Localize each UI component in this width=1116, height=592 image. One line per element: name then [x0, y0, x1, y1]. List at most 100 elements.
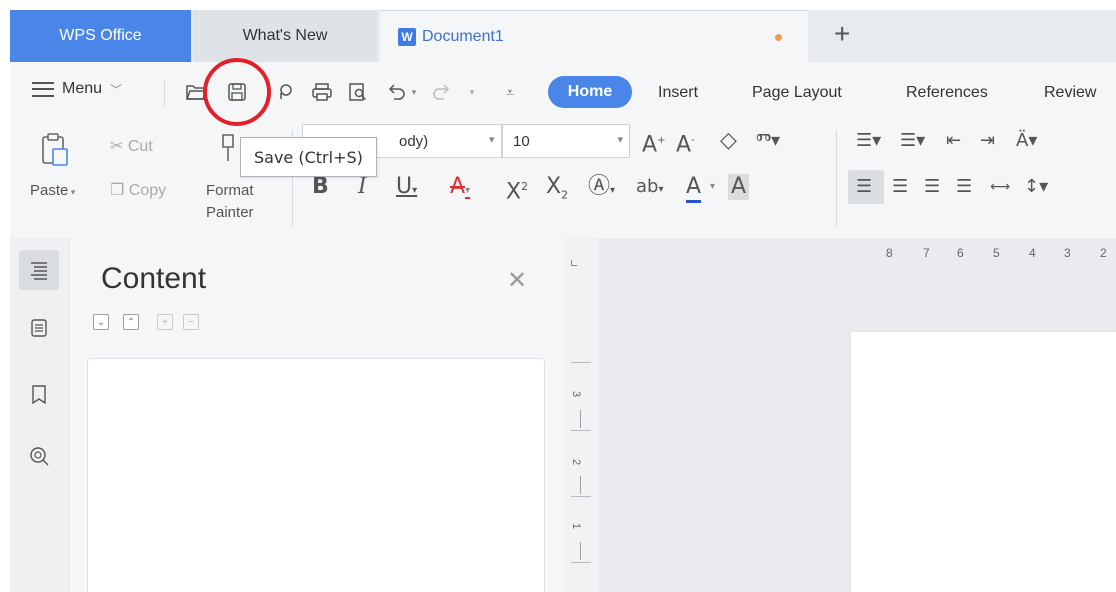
bold-icon[interactable]: B	[312, 174, 329, 200]
save-tooltip: Save (Ctrl+S)	[240, 137, 377, 177]
distributed-icon[interactable]: ⟷	[990, 174, 1010, 200]
chevron-down-icon: ﹀	[110, 82, 123, 97]
tab-whats-new[interactable]: What's New	[193, 10, 377, 62]
increase-indent-icon[interactable]: ⇥	[980, 128, 995, 154]
ruler-label: 7	[923, 246, 930, 260]
font-size-dropdown[interactable]: ▾ 10 ▾	[489, 124, 630, 158]
close-icon[interactable]: ✕	[507, 266, 527, 295]
outline-list	[87, 358, 545, 592]
redo-icon[interactable]	[430, 80, 454, 104]
ruler-tick	[571, 496, 591, 497]
export-pdf-icon[interactable]	[274, 80, 298, 104]
add-heading-icon[interactable]: +	[157, 314, 173, 330]
print-preview-icon[interactable]	[346, 80, 370, 104]
undo-icon[interactable]	[384, 80, 408, 104]
print-icon[interactable]	[310, 80, 334, 104]
customize-quickbar-icon[interactable]: ⩡	[498, 80, 522, 104]
save-highlight-circle	[203, 58, 271, 126]
pane-title: Content	[101, 262, 207, 295]
superscript-icon[interactable]: X2	[506, 174, 528, 205]
title-tab-bar: WPS Office What's New W Document1 +	[0, 0, 1116, 62]
ruler-tick	[571, 362, 591, 363]
ruler-tick	[580, 476, 581, 494]
tab-stop-icon[interactable]	[571, 260, 577, 266]
find-icon[interactable]	[19, 436, 59, 476]
tab-page-layout[interactable]: Page Layout	[752, 84, 842, 102]
new-tab-button[interactable]: +	[834, 18, 850, 50]
tab-review[interactable]: Review	[1044, 84, 1096, 102]
divider	[836, 130, 837, 226]
highlight-icon[interactable]: ab▾	[636, 174, 664, 203]
align-right-icon[interactable]: ☰	[924, 174, 940, 200]
ruler-label: 2	[570, 458, 583, 466]
align-center-icon[interactable]: ☰	[892, 174, 908, 200]
expand-all-icon[interactable]: ⌄	[93, 314, 109, 330]
underline-icon[interactable]: U▾	[396, 174, 417, 204]
ruler-tick	[580, 410, 581, 428]
bullets-icon[interactable]: ☰▾	[856, 128, 881, 154]
ruler-tick	[571, 562, 591, 563]
text-direction-icon[interactable]: Ä▾	[1016, 128, 1037, 154]
line-spacing-icon[interactable]: ↕▾	[1024, 174, 1048, 200]
tab-wps-office[interactable]: WPS Office	[10, 10, 191, 62]
ruler-label: 5	[993, 246, 1000, 260]
copy-icon: ❐	[110, 182, 125, 199]
ruler-label: 4	[1029, 246, 1036, 260]
ruler-label: 6	[957, 246, 964, 260]
document-area: 3 2 1 8 7 6 5 4 3 2	[563, 238, 1116, 592]
format-painter-icon[interactable]	[216, 132, 240, 166]
paste-icon[interactable]	[38, 132, 70, 168]
navigation-pane: Content ✕ ⌄ ⌃ + −	[71, 238, 563, 592]
outline-nav-icon[interactable]	[19, 250, 59, 290]
writer-doc-icon: W	[398, 27, 416, 46]
document-page[interactable]	[851, 332, 1116, 592]
ruler-label: 8	[886, 246, 893, 260]
menu-button[interactable]: Menu ﹀	[32, 80, 122, 98]
subscript-icon[interactable]: X2	[546, 174, 568, 208]
ruler-label: 3	[570, 390, 583, 398]
ruler-tick	[580, 542, 581, 560]
cut-button[interactable]: ✂ Cut	[110, 136, 153, 156]
undo-dropdown-icon[interactable]: ▾	[408, 80, 420, 104]
italic-icon[interactable]: I	[358, 174, 367, 200]
vertical-ruler: 3 2 1	[563, 238, 599, 592]
align-left-icon[interactable]: ☰	[856, 174, 872, 200]
numbering-icon[interactable]: ☰▾	[900, 128, 925, 154]
ruler-label: 3	[1064, 246, 1071, 260]
strikethrough-icon[interactable]: A▾	[450, 174, 470, 204]
document-tab-label: Document1	[422, 27, 504, 45]
tab-insert[interactable]: Insert	[658, 84, 698, 102]
copy-button[interactable]: ❐ Copy	[110, 180, 166, 200]
menu-label: Menu	[62, 80, 103, 97]
font-color-icon[interactable]: A	[686, 174, 702, 203]
paste-button[interactable]: Paste ▾	[30, 182, 75, 199]
clear-format-icon[interactable]: ◇	[720, 128, 737, 154]
divider	[164, 80, 165, 106]
justify-icon[interactable]: ☰	[956, 174, 972, 200]
ribbon-toolbar: Menu ﹀ ▾ ▾ ⩡ Home Insert Page Layout Ref…	[10, 62, 1116, 238]
format-painter-button[interactable]: Format Painter	[206, 180, 254, 224]
chevron-down-icon: ▾	[617, 134, 623, 146]
ruler-tick	[571, 430, 591, 431]
text-effect-icon[interactable]: Ⓐ▾	[588, 174, 615, 204]
shrink-font-icon[interactable]: A-	[676, 128, 695, 158]
bookmark-icon[interactable]	[19, 374, 59, 414]
grow-font-icon[interactable]: A+	[642, 128, 665, 158]
chevron-down-icon: ▾	[489, 134, 495, 146]
chevron-down-icon[interactable]: ▾	[710, 174, 715, 200]
decrease-indent-icon[interactable]: ⇤	[946, 128, 961, 154]
pages-nav-icon[interactable]	[19, 308, 59, 348]
phonetic-guide-icon[interactable]: Ⱅ▾	[756, 128, 780, 154]
tab-references[interactable]: References	[906, 84, 988, 102]
hamburger-icon	[32, 81, 54, 97]
char-shading-icon[interactable]: A	[728, 174, 750, 200]
tab-document1[interactable]: W Document1	[380, 10, 808, 62]
tab-home[interactable]: Home	[548, 76, 632, 108]
unsaved-dot-icon	[775, 34, 782, 41]
collapse-all-icon[interactable]: ⌃	[123, 314, 139, 330]
navigation-rail	[10, 238, 70, 592]
scissors-icon: ✂	[110, 138, 124, 155]
ruler-label: 1	[570, 522, 583, 530]
remove-heading-icon[interactable]: −	[183, 314, 199, 330]
redo-dropdown-icon[interactable]: ▾	[466, 80, 478, 104]
